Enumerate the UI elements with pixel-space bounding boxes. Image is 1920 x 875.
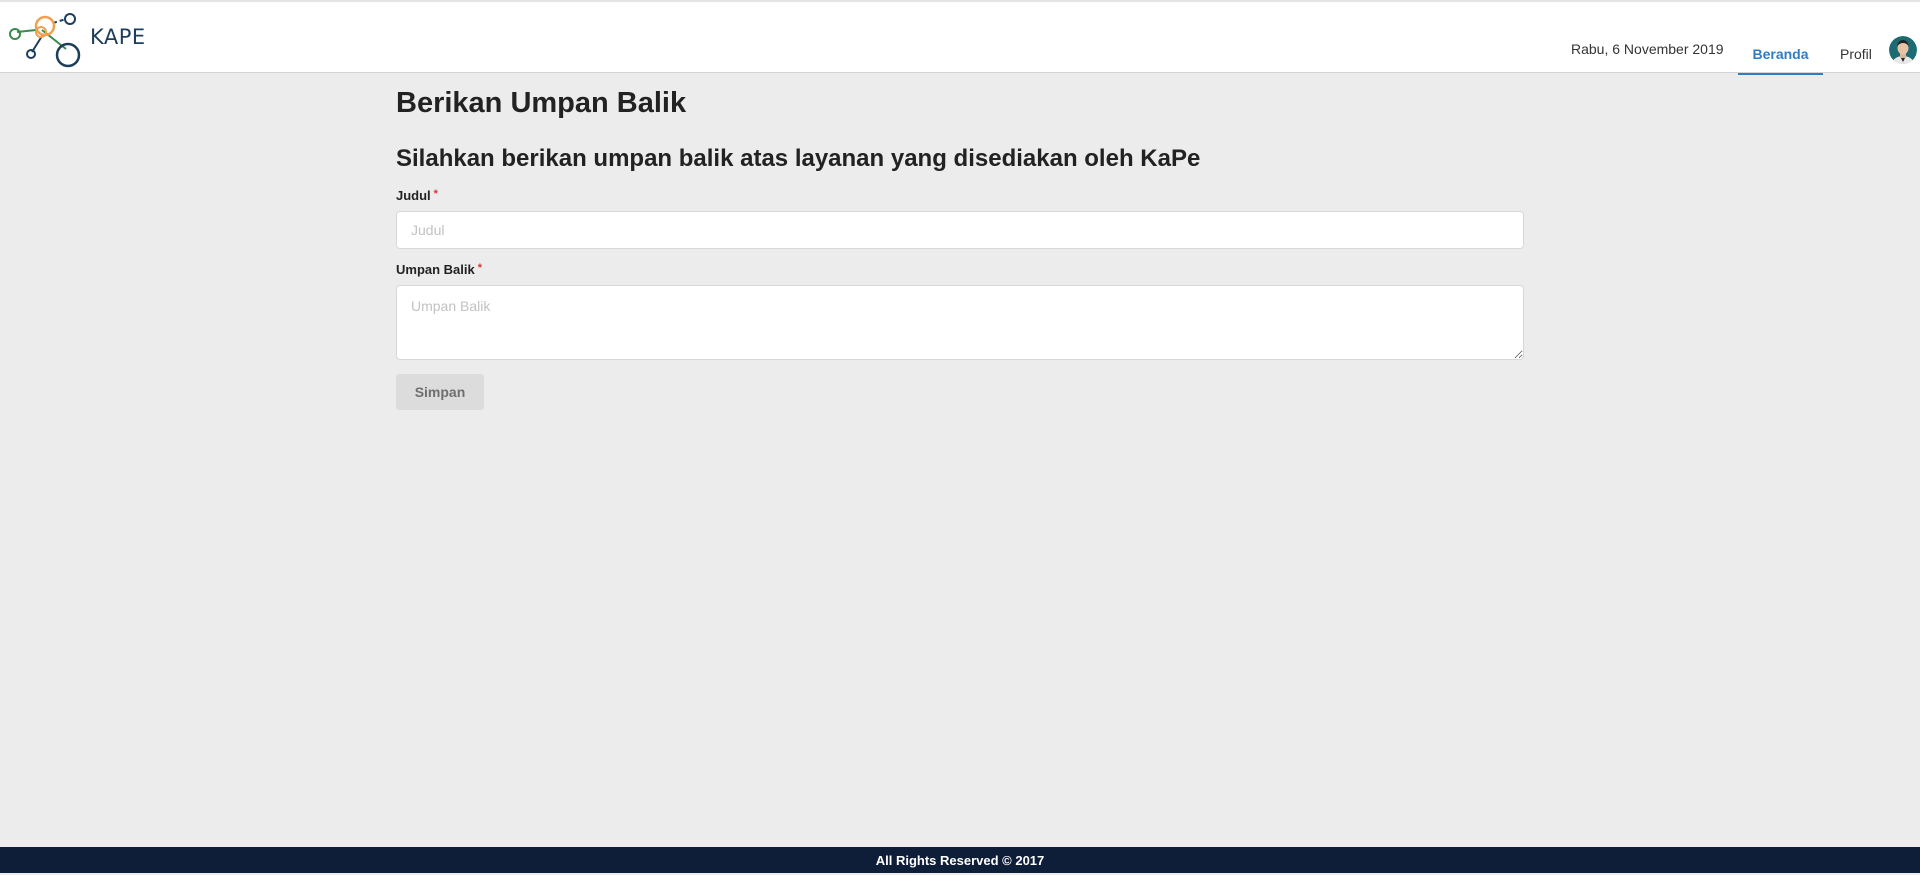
kape-logo[interactable]: KAPE: [8, 9, 148, 69]
judul-label: Judul *: [396, 188, 438, 203]
footer-copyright: All Rights Reserved © 2017: [875, 853, 1045, 868]
page-subtitle: Silahkan berikan umpan balik atas layana…: [396, 145, 1201, 172]
footer: All Rights Reserved © 2017: [0, 847, 1920, 873]
umpan-balik-label-text: Umpan Balik: [396, 262, 475, 277]
required-mark: *: [477, 262, 483, 274]
nav-beranda[interactable]: Beranda: [1738, 46, 1823, 75]
logo-text: KAPE: [90, 25, 146, 49]
umpan-balik-label: Umpan Balik *: [396, 262, 482, 277]
required-mark: *: [433, 188, 438, 200]
user-avatar-icon[interactable]: [1889, 36, 1917, 64]
umpan-balik-textarea[interactable]: [396, 285, 1524, 360]
save-button[interactable]: Simpan: [396, 374, 484, 410]
judul-input[interactable]: [396, 211, 1524, 249]
page-title: Berikan Umpan Balik: [396, 87, 687, 119]
nav-profil[interactable]: Profil: [1840, 46, 1872, 62]
top-navbar: KAPE Rabu, 6 November 2019 Beranda Profi…: [0, 0, 1920, 75]
current-date: Rabu, 6 November 2019: [1571, 41, 1724, 57]
judul-label-text: Judul: [396, 188, 431, 203]
molecule-logo-icon: [9, 13, 81, 68]
